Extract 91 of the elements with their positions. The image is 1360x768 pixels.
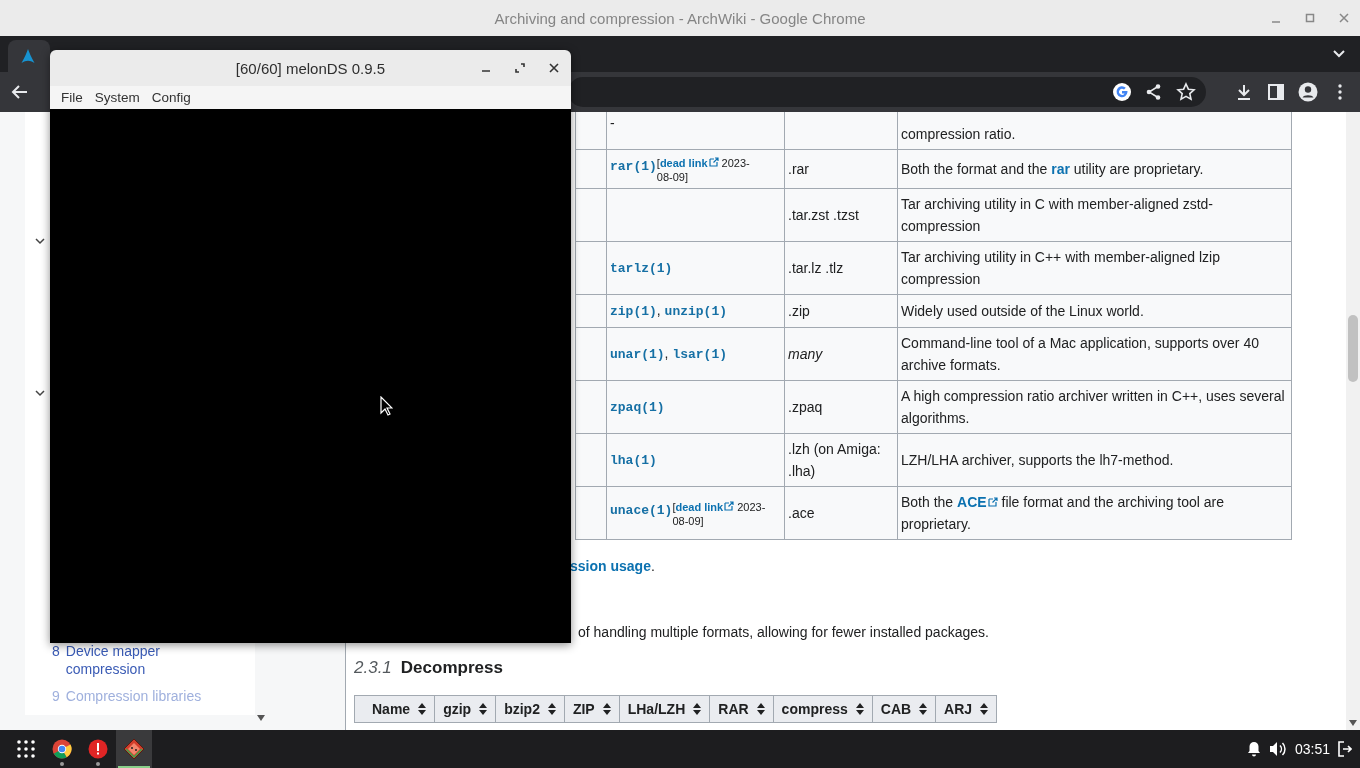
- google-lens-icon[interactable]: [1112, 82, 1132, 102]
- table-cell: .lzh (on Amiga: .lha): [784, 433, 898, 487]
- command-link[interactable]: lsar(1): [672, 347, 727, 362]
- chevron-down-icon[interactable]: [35, 237, 45, 245]
- command-link[interactable]: unzip(1): [664, 304, 727, 319]
- melon-icon[interactable]: [123, 738, 145, 760]
- chevron-down-icon[interactable]: [35, 389, 45, 397]
- sort-icon: [547, 703, 556, 715]
- table-cell: unar(1), lsar(1): [606, 327, 785, 381]
- sort-icon: [693, 703, 702, 715]
- column-header[interactable]: ZIP: [564, 695, 620, 723]
- side-panel-icon[interactable]: [1266, 82, 1286, 102]
- command-link[interactable]: unar(1): [610, 347, 665, 362]
- menu-item[interactable]: File: [55, 90, 89, 105]
- external-link-icon: [724, 501, 735, 511]
- table-cell: LZH/LHA archiver, supports the lh7-method.: [897, 433, 1292, 487]
- table-cell: many: [784, 327, 898, 381]
- table-cell: Tar archiving utility in C with member-aligned zstd-compression: [897, 188, 1292, 242]
- table-cell: -: [606, 112, 785, 150]
- bell-icon[interactable]: [1246, 741, 1261, 757]
- scrollbar[interactable]: [1346, 112, 1360, 730]
- table-cell: .ace: [784, 486, 898, 540]
- command-link[interactable]: unace(1): [610, 503, 673, 518]
- close-icon[interactable]: [547, 61, 561, 75]
- menu-item[interactable]: Config: [145, 90, 197, 105]
- section-heading: Decompress: [400, 657, 503, 679]
- scroll-down-icon[interactable]: [257, 715, 265, 721]
- link[interactable]: ssion usage: [570, 558, 651, 574]
- paragraph: ssion usage.: [570, 557, 656, 576]
- sort-icon: [479, 703, 488, 715]
- dead-link[interactable]: dead link: [675, 501, 735, 513]
- column-header[interactable]: CAB: [872, 695, 936, 723]
- volume-icon[interactable]: [1268, 741, 1287, 757]
- column-header[interactable]: gzip: [434, 695, 496, 723]
- sort-icon: [756, 703, 765, 715]
- table-cell: .zpaq: [784, 380, 898, 434]
- scroll-thumb[interactable]: [1348, 315, 1358, 382]
- browser-icon[interactable]: [52, 739, 72, 759]
- logout-icon[interactable]: [1338, 741, 1352, 757]
- address-field[interactable]: [568, 77, 1206, 107]
- clock[interactable]: 03:51: [1294, 741, 1330, 757]
- table-cell: zip(1), unzip(1): [606, 294, 785, 328]
- sort-icon: [418, 703, 427, 715]
- launcher-icon[interactable]: [17, 740, 35, 758]
- table-cell: compression ratio.: [897, 112, 1292, 150]
- column-header[interactable]: LHa/LZH: [619, 695, 710, 723]
- table-cell: .tar.zst .tzst: [784, 188, 898, 242]
- link[interactable]: rar: [1051, 161, 1070, 177]
- column-header[interactable]: RAR: [709, 695, 774, 723]
- section-number: 2.3.1: [354, 657, 392, 679]
- citation-note: [dead link 2023-08-09]: [656, 156, 751, 184]
- arch-logo-icon: [20, 48, 36, 64]
- sort-icon: [980, 703, 989, 715]
- command-link[interactable]: zpaq(1): [610, 400, 665, 415]
- taskbar-app[interactable]: [116, 730, 152, 768]
- table-cell: Widely used outside of the Linux world.: [897, 294, 1292, 328]
- table-cell: .zip: [784, 294, 898, 328]
- external-link-icon: [708, 157, 719, 167]
- table-cell: Tar archiving utility in C++ with member-aligned lzip compression: [897, 241, 1292, 295]
- link[interactable]: ACE: [957, 494, 998, 510]
- command-link[interactable]: tarlz(1): [610, 261, 673, 276]
- maximize-icon[interactable]: [513, 61, 527, 75]
- external-link-icon: [987, 497, 998, 507]
- table-cell: Command-line tool of a Mac application, supports over 40 archive formats.: [897, 327, 1292, 381]
- window-title: Archiving and compression - ArchWiki - Google Chrome: [494, 9, 866, 27]
- table-cell: .rar: [784, 149, 898, 189]
- sort-icon: [855, 703, 864, 715]
- window-title: [60/60] melonDS 0.9.5: [235, 59, 386, 77]
- column-header[interactable]: compress: [773, 695, 873, 723]
- table-cell: Both the format and the rar utility are proprietary.: [897, 149, 1292, 189]
- column-header[interactable]: Name: [354, 695, 435, 723]
- citation-note: [dead link 2023-08-09]: [672, 500, 767, 528]
- table-cell: A high compression ratio archiver written in C++, uses several algorithms.: [897, 380, 1292, 434]
- sort-icon: [602, 703, 611, 715]
- column-header[interactable]: ARJ: [935, 695, 997, 723]
- table-cell: Both the ACE file format and the archiving tool are proprietary.: [897, 486, 1292, 540]
- command-link[interactable]: rar(1): [610, 159, 657, 174]
- paragraph: of handling multiple formats, allowing for fewer installed packages.: [578, 623, 990, 642]
- command-link[interactable]: zip(1): [610, 304, 657, 319]
- cursor-icon: [380, 396, 393, 416]
- browser-tab[interactable]: [8, 40, 50, 72]
- command-link[interactable]: lha(1): [610, 453, 657, 468]
- column-header[interactable]: bzip2: [495, 695, 565, 723]
- alert-icon[interactable]: [88, 739, 108, 759]
- scroll-down-icon[interactable]: [1349, 720, 1357, 726]
- table-cell: .tar.lz .tlz: [784, 241, 898, 295]
- toc-link[interactable]: 8 Device mapper compression: [25, 642, 212, 678]
- menu-item[interactable]: System: [88, 90, 146, 105]
- profile-icon[interactable]: [1298, 82, 1318, 102]
- star-icon[interactable]: [1176, 82, 1196, 102]
- sort-icon: [919, 703, 928, 715]
